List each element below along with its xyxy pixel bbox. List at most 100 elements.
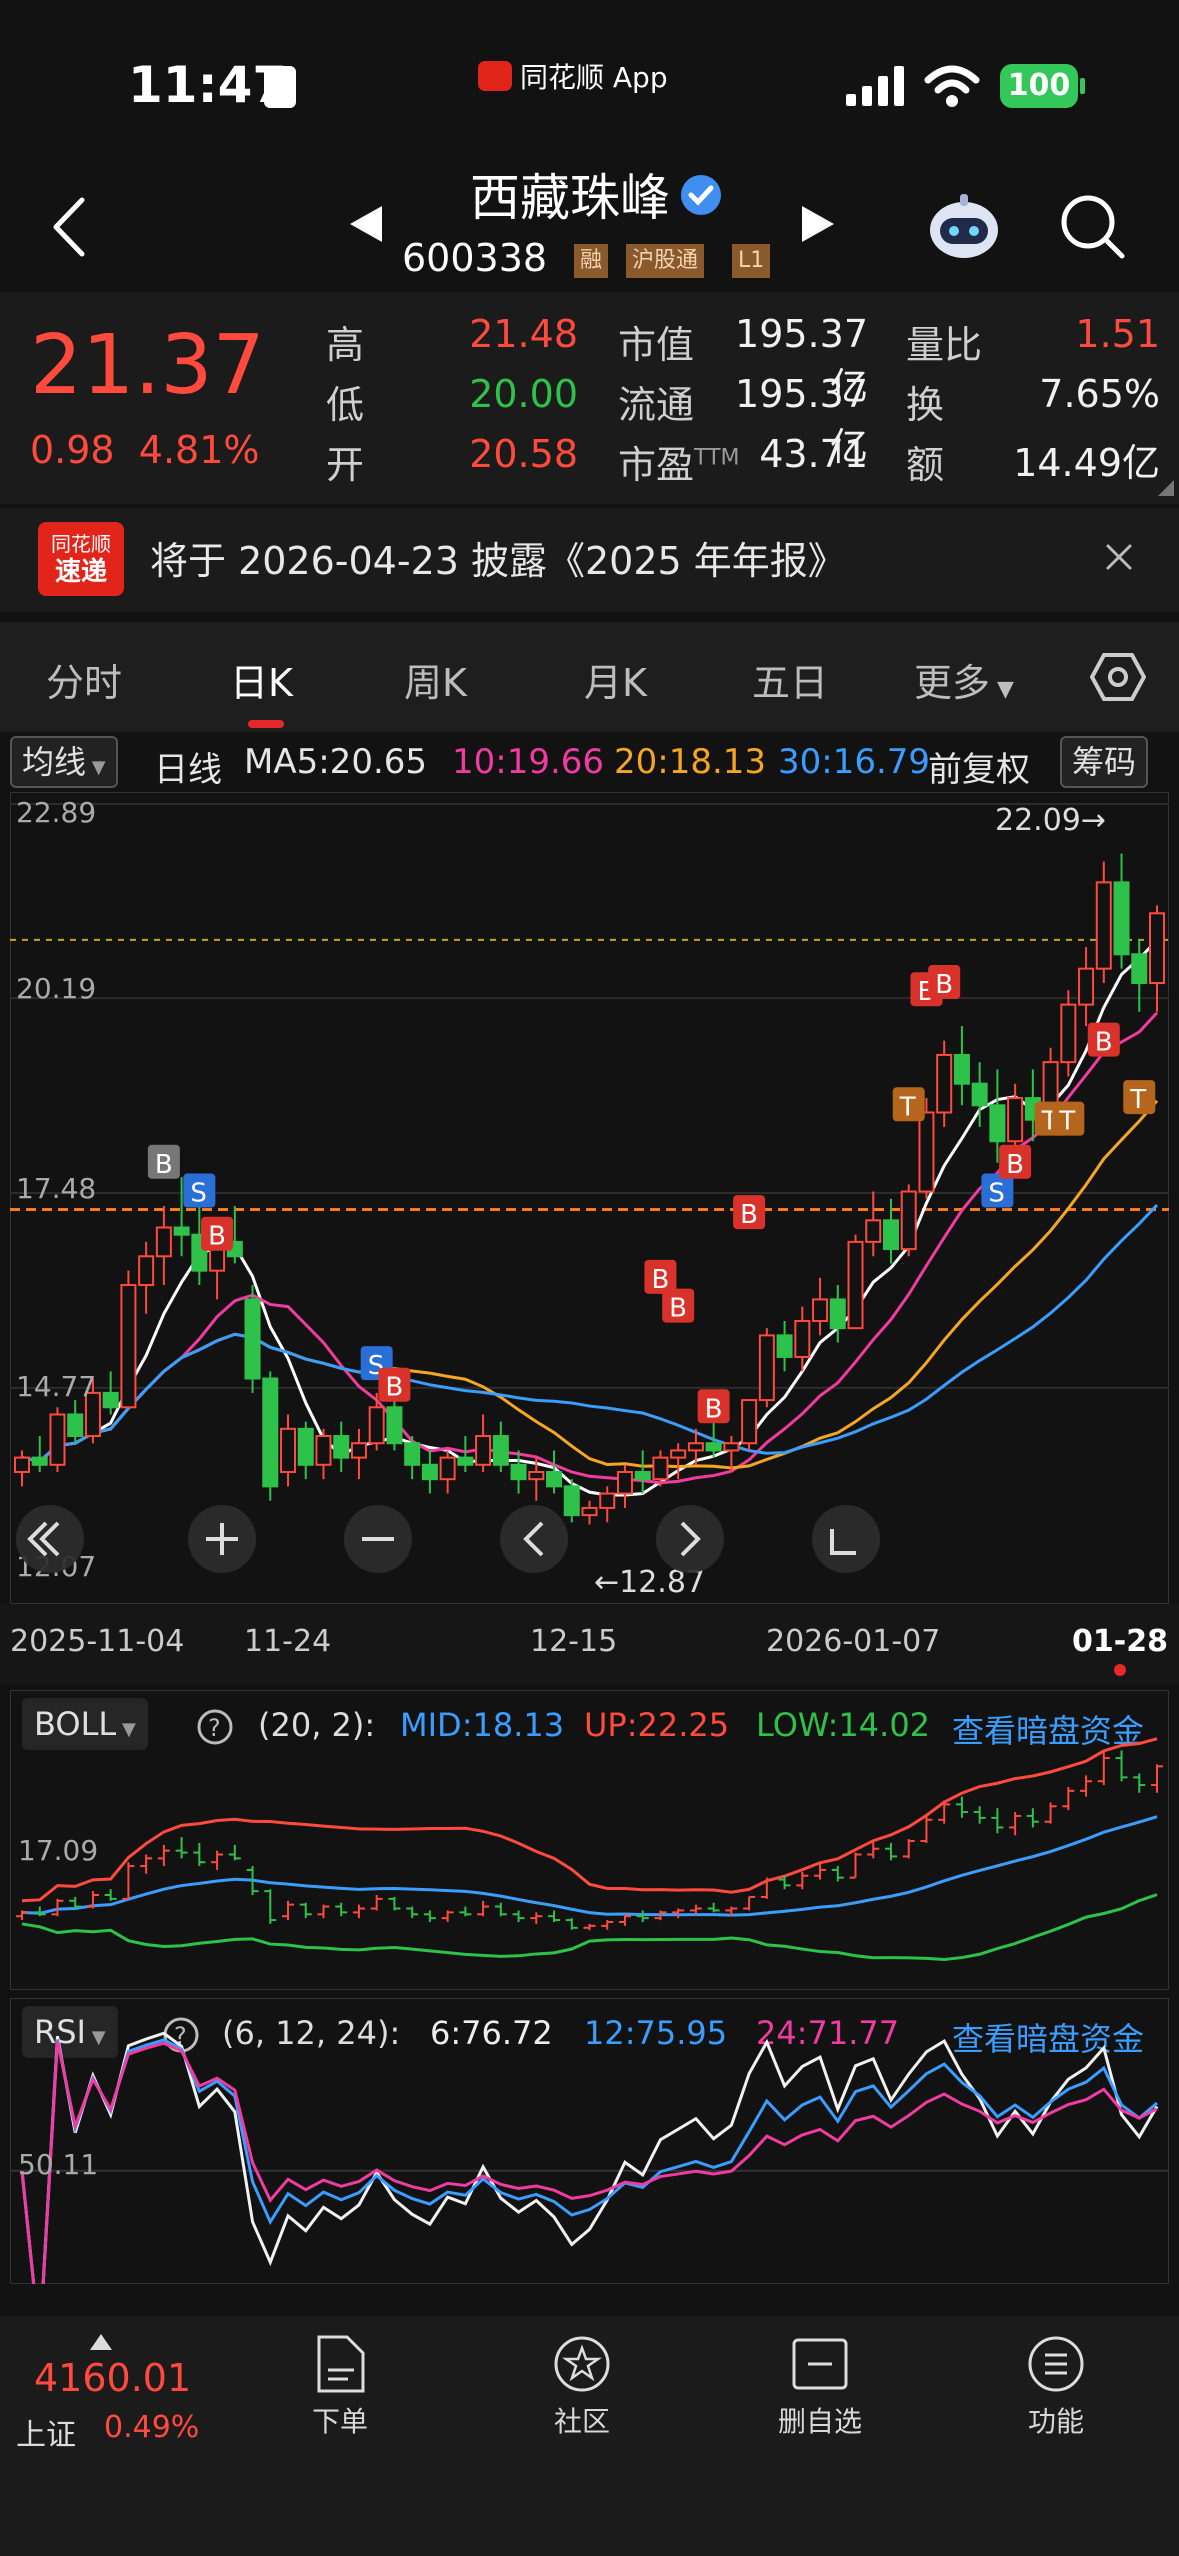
boll-upper-line [21, 1737, 1158, 1903]
tab-monthly-k[interactable]: 月K [584, 652, 647, 707]
notice-logo-line1: 同花顺 [51, 532, 111, 556]
tag-hk-connect: 沪股通 [626, 244, 705, 278]
search-icon[interactable] [1060, 194, 1126, 260]
float-label: 流通 [618, 383, 695, 427]
turnover-label: 换 [906, 383, 945, 427]
scroll-right-button[interactable] [656, 1505, 724, 1573]
date-label-4: 2026-01-07 [766, 1624, 941, 1659]
nav-community-label: 社区 [553, 2405, 610, 2438]
candle-body [829, 1298, 846, 1330]
candle-body [971, 1082, 988, 1107]
y-label-3: 17.48 [16, 1172, 96, 1205]
candle-body [439, 1456, 456, 1481]
zoom-out-button[interactable] [344, 1505, 412, 1573]
candle [847, 1234, 864, 1330]
candle-body [333, 1435, 350, 1459]
y-label-2: 20.19 [16, 972, 96, 1005]
nav-community[interactable]: 社区 [512, 2334, 652, 2440]
nav-remove-watchlist-label: 删自选 [777, 2405, 862, 2438]
zoom-in-button[interactable] [188, 1505, 256, 1573]
candlestick-chart[interactable]: BSBSBBBBBB BTSBT TBT 22.89 20.19 17.48 14.… [10, 792, 1169, 1604]
candle-body [155, 1226, 172, 1258]
candle-body [404, 1442, 421, 1466]
open-value: 20.58 [469, 432, 578, 476]
ma-period: 日线 [154, 750, 222, 790]
ma-type-label: 均线 [22, 743, 87, 781]
trade-marker-B: B [378, 1367, 411, 1403]
tag-l1: L1 [732, 244, 771, 278]
boll-chart[interactable]: 17.09 [10, 1690, 1169, 1990]
tab-daily-k[interactable]: 日K [230, 652, 293, 707]
tab-more-label: 更多 [914, 661, 991, 705]
up-triangle-icon [90, 2334, 112, 2350]
index-value[interactable]: 4160.01 [34, 2356, 191, 2400]
candle-body [49, 1413, 66, 1466]
last-price: 21.37 [30, 318, 265, 413]
candle-body [31, 1456, 48, 1466]
notice-logo: 同花顺 速递 [38, 522, 124, 596]
ai-assistant-icon[interactable] [924, 188, 1004, 268]
tab-more[interactable]: 更多 ▼ [914, 652, 1014, 707]
candle-body [1113, 881, 1130, 956]
trade-marker-text: S [190, 1179, 207, 1209]
price-change: 0.98 4.81% [30, 428, 260, 472]
candle-body [297, 1427, 314, 1466]
tab-intraday[interactable]: 分时 [46, 652, 122, 707]
id-card-icon [264, 66, 296, 108]
trade-marker-T: T [892, 1087, 925, 1122]
trade-marker-B: B [201, 1216, 234, 1252]
trade-marker-B: B [697, 1389, 730, 1424]
trade-marker-text: B [669, 1294, 687, 1324]
ma30-value: 30:16.79 [778, 742, 931, 782]
candle-body [528, 1470, 545, 1481]
candle [262, 1371, 279, 1501]
trade-marker-text: B [208, 1222, 226, 1252]
candle [563, 1479, 580, 1523]
candle-body [120, 1284, 137, 1409]
tag-margin: 融 [574, 244, 609, 278]
adjust-mode[interactable]: 前复权 [928, 742, 1030, 791]
candle-body [102, 1391, 119, 1409]
date-axis: 2025-11-04 11-24 12-15 2026-01-07 01-28 [0, 1604, 1179, 1684]
nav-remove-watchlist[interactable]: 删自选 [750, 2334, 890, 2440]
fullscreen-button[interactable] [812, 1505, 880, 1573]
candle-body [918, 1111, 935, 1193]
candle-body [1095, 881, 1112, 970]
candle-body [510, 1463, 527, 1481]
close-icon[interactable] [1104, 542, 1134, 572]
candle [758, 1328, 775, 1408]
candle [741, 1399, 758, 1451]
expand-corner-icon[interactable] [1158, 480, 1174, 496]
nav-functions[interactable]: 功能 [986, 2334, 1126, 2440]
app-badge[interactable]: 同花顺 App [478, 56, 668, 96]
candle-body [14, 1456, 30, 1473]
candle-body [989, 1104, 1006, 1143]
chips-button[interactable]: 筹码 [1060, 736, 1149, 788]
ma-row: 均线 ▼ 日线 MA5:20.65 10:19.66 20:18.13 30:1… [0, 732, 1179, 792]
boll-y-label: 17.09 [18, 1834, 98, 1867]
vr-value: 1.51 [1075, 312, 1160, 356]
candle-body [1007, 1097, 1024, 1143]
settings-icon[interactable] [1090, 652, 1146, 702]
mcap-label: 市值 [618, 323, 695, 367]
candle [900, 1184, 917, 1257]
trade-marker-B: B [662, 1288, 695, 1324]
app-logo-icon [478, 61, 512, 91]
tab-five-day[interactable]: 五日 [752, 652, 828, 707]
candle-body [138, 1255, 155, 1287]
rsi-chart[interactable]: 50.11 [10, 1998, 1169, 2284]
trade-marker-text: T [899, 1092, 916, 1122]
candle-body [687, 1442, 704, 1452]
scroll-left-button[interactable] [500, 1505, 568, 1573]
next-stock-icon[interactable] [800, 204, 836, 244]
nav-order[interactable]: 下单 [270, 2334, 410, 2440]
candle-body [900, 1190, 917, 1251]
date-label-2: 11-24 [244, 1624, 332, 1659]
low-label: 低 [326, 383, 365, 427]
index-pct: 0.49% [104, 2410, 200, 2445]
collapse-left-button[interactable] [16, 1505, 84, 1573]
remove-watchlist-icon [792, 2338, 848, 2390]
ma-type-dropdown[interactable]: 均线 ▼ [10, 736, 118, 788]
tab-weekly-k[interactable]: 周K [404, 652, 467, 707]
candle-body [315, 1435, 332, 1466]
